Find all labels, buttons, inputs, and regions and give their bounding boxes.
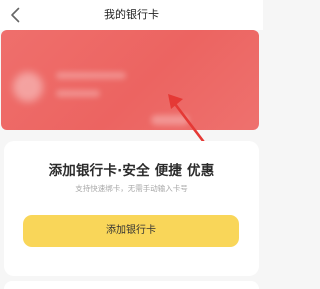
page-title: 我的银行卡: [104, 8, 159, 21]
next-section-edge: [4, 281, 259, 289]
promo-subtext: 支持快速绑卡，无需手动输入卡号: [75, 184, 188, 193]
card-type-blurred: [56, 90, 100, 97]
add-card-panel: 添加银行卡·安全 便捷 优惠 支持快速绑卡，无需手动输入卡号 添加银行卡: [4, 141, 259, 276]
top-nav-bar: 我的银行卡: [0, 0, 263, 30]
bank-logo-icon: [13, 72, 43, 102]
promo-headline: 添加银行卡·安全 便捷 优惠: [48, 163, 215, 179]
add-bank-card-button[interactable]: 添加银行卡: [23, 215, 239, 247]
card-bank-name-blurred: [56, 72, 126, 79]
